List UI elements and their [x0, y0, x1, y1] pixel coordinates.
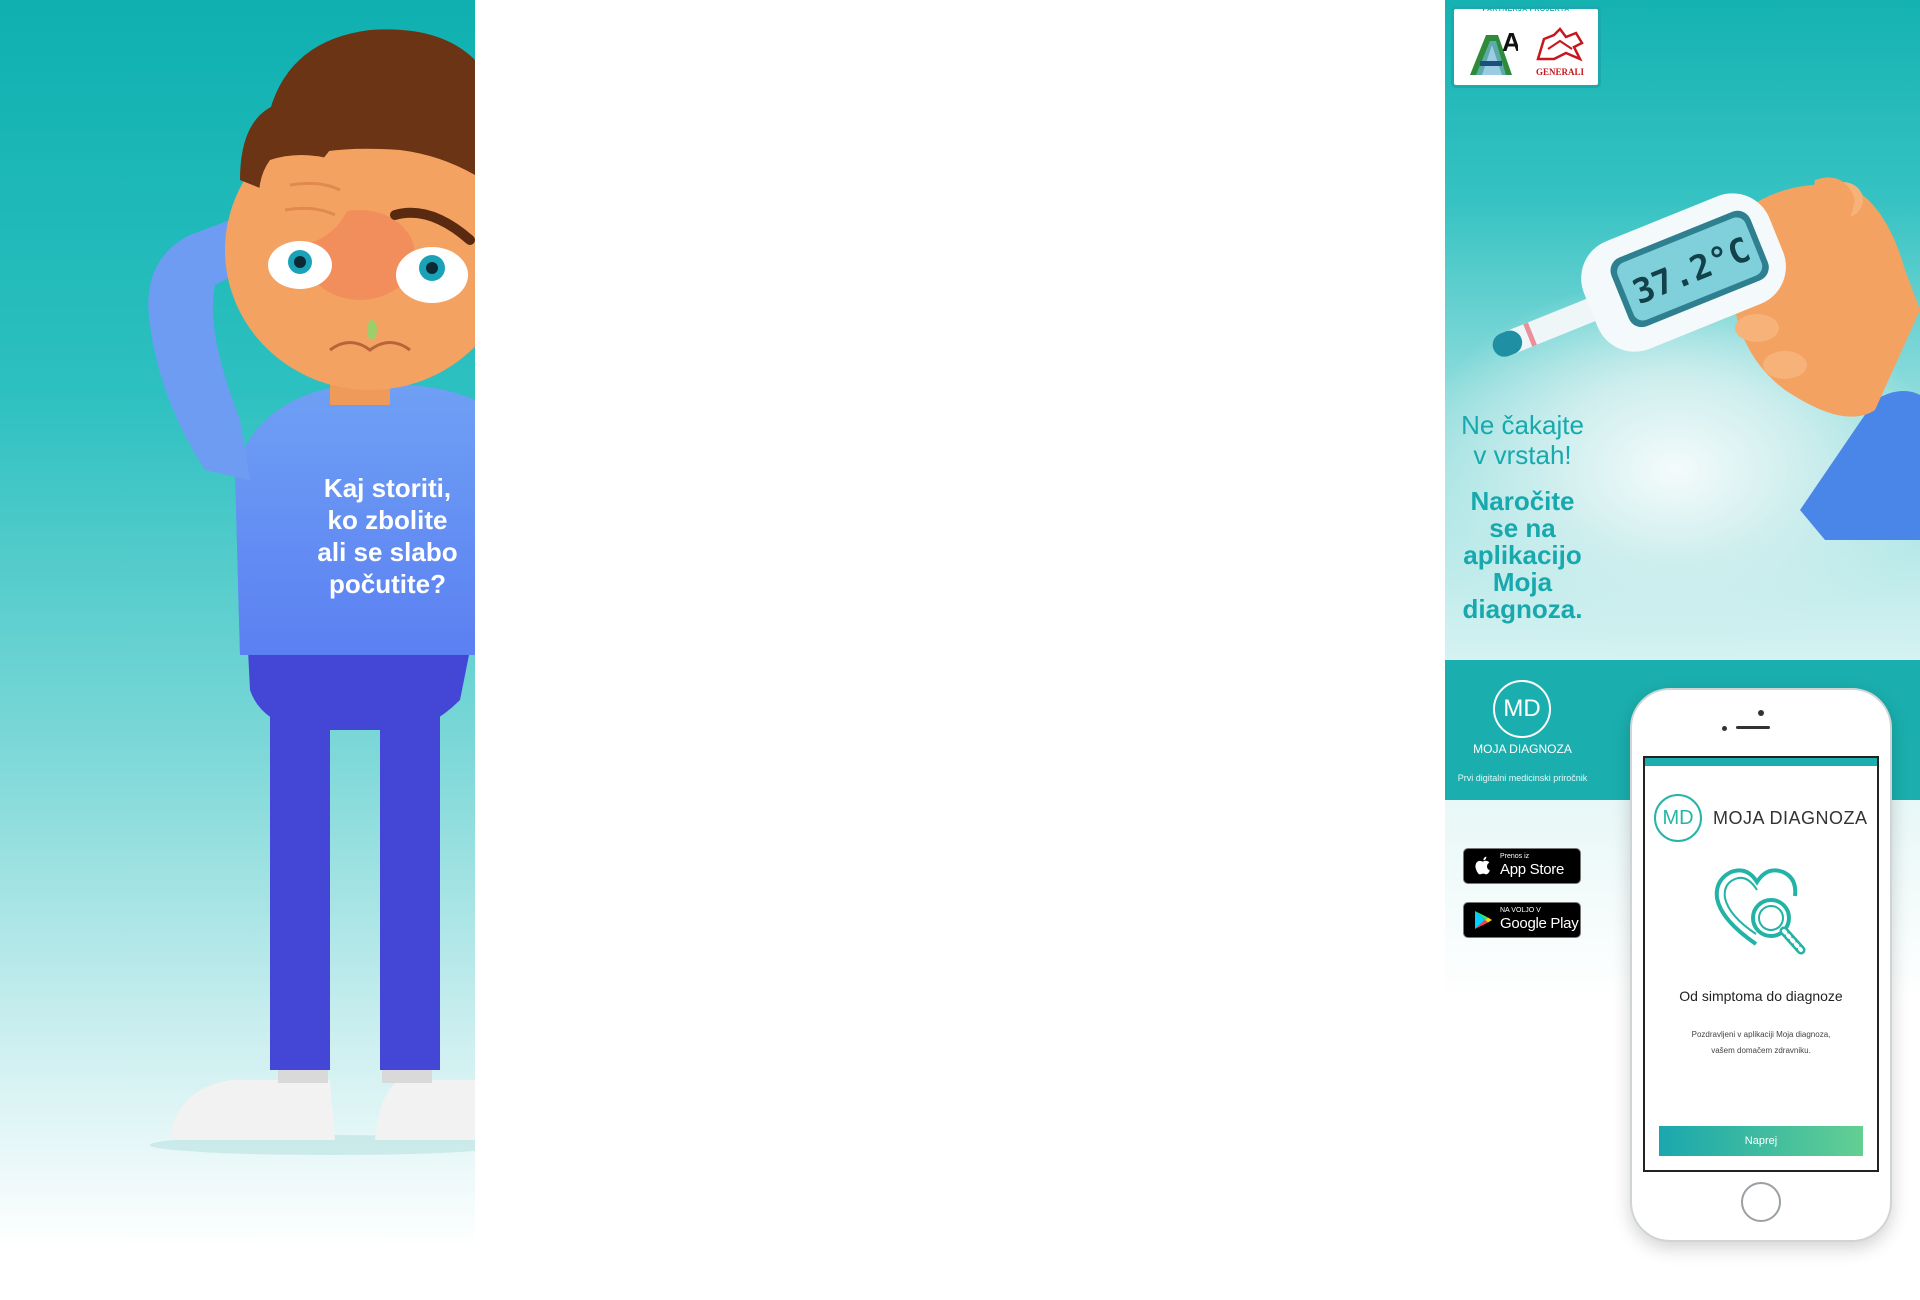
- apple-icon: [1475, 856, 1490, 875]
- headline-line: Kaj storiti,: [323, 473, 452, 503]
- thermometer-section: PARTNERJA PROJEKTA A1 GENERALI: [1445, 0, 1920, 660]
- google-play-icon: [1475, 911, 1492, 929]
- phone-home-button: [1741, 1182, 1781, 1222]
- a1-logo: A1: [1466, 27, 1535, 79]
- cta-line: Moja: [1492, 567, 1553, 597]
- generali-logo: GENERALI: [1530, 25, 1590, 83]
- a1-logo-text: A1: [1502, 27, 1518, 57]
- app-logo: MD: [1654, 794, 1702, 842]
- phone-camera: [1758, 710, 1764, 716]
- sick-boy-illustration: [148, 29, 475, 1155]
- cta-message: Naročite se na aplikacijo Moja diagnoza.: [1445, 488, 1600, 623]
- cta-line: Naročite: [1470, 486, 1575, 516]
- partners-label: PARTNERJA PROJEKTA: [1482, 6, 1570, 13]
- app-screen-title: Od simptoma do diagnoze: [1679, 988, 1843, 1004]
- left-ad-banner[interactable]: Kaj storiti, ko zbolite ali se slabo poč…: [0, 0, 475, 1300]
- app-screen-desc-line: vašem domačem zdravniku.: [1711, 1046, 1811, 1055]
- left-banner-headline: Kaj storiti, ko zbolite ali se slabo poč…: [300, 472, 475, 600]
- phone-mockup: MD MOJA DIAGNOZA Od simptoma do diagnoze…: [1630, 688, 1892, 1242]
- phone-screen: MD MOJA DIAGNOZA Od simptoma do diagnoze…: [1643, 756, 1879, 1172]
- brand-name: MOJA DIAGNOZA: [1473, 742, 1572, 756]
- cta-line: aplikacijo: [1463, 540, 1582, 570]
- headline-line: ko zbolite: [327, 505, 448, 535]
- cta-line: diagnoza.: [1462, 594, 1583, 624]
- md-logo: MD: [1493, 680, 1551, 738]
- brand-tagline: Prvi digitalni medicinski priročnik: [1457, 773, 1588, 783]
- heart-magnifier-icon: [1714, 868, 1806, 955]
- thermometer-hand-illustration: 37.2°C: [1492, 177, 1920, 540]
- phone-speaker: [1736, 726, 1770, 729]
- next-button[interactable]: Naprej: [1659, 1126, 1863, 1156]
- right-ad-banner[interactable]: PARTNERJA PROJEKTA A1 GENERALI: [1445, 0, 1920, 1300]
- partners-logo-box: PARTNERJA PROJEKTA A1 GENERALI: [1451, 6, 1601, 88]
- google-play-big-text: Google Play: [1500, 915, 1579, 932]
- wait-message-line: v vrstah!: [1473, 440, 1572, 470]
- app-store-big-text: App Store: [1500, 861, 1565, 878]
- phone-sensor: [1722, 726, 1727, 731]
- headline-line: počutite?: [329, 569, 446, 599]
- app-store-button[interactable]: Prenos iz App Store: [1463, 848, 1581, 884]
- wait-message-line: Ne čakajte: [1461, 410, 1584, 440]
- generali-logo-text: GENERALI: [1535, 67, 1584, 77]
- app-screen-desc-line: Pozdravljeni v aplikaciji Moja diagnoza,: [1691, 1030, 1831, 1039]
- status-bar: [1645, 758, 1877, 766]
- headline-line: ali se slabo: [317, 537, 458, 567]
- app-store-small-text: Prenos iz: [1500, 853, 1530, 860]
- google-play-small-text: NA VOLJO V: [1500, 907, 1541, 914]
- app-logo-name: MOJA DIAGNOZA: [1713, 808, 1868, 828]
- google-play-button[interactable]: NA VOLJO V Google Play: [1463, 902, 1581, 938]
- wait-message: Ne čakajte v vrstah!: [1445, 410, 1600, 470]
- cta-line: se na: [1489, 513, 1556, 543]
